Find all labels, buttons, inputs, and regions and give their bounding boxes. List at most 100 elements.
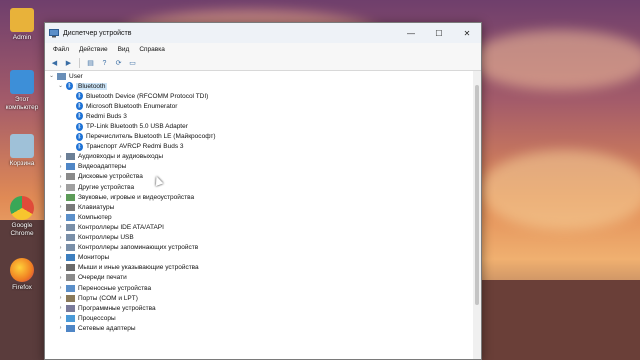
expand-icon[interactable]: › [57, 255, 64, 261]
expand-icon[interactable]: › [57, 204, 64, 210]
close-button[interactable]: ✕ [453, 23, 481, 43]
tree-item-category[interactable]: › Аудиовходы и аудиовыходы [45, 152, 481, 162]
expand-icon[interactable]: › [57, 275, 64, 281]
tree-item-label: Другие устройства [78, 183, 135, 191]
expand-icon[interactable]: › [57, 174, 64, 180]
tree-item-category[interactable]: › Контроллеры IDE ATA/ATAPI [45, 222, 481, 232]
tree-item-label: Программные устройства [78, 304, 156, 312]
tree-item-category[interactable]: › Другие устройства [45, 182, 481, 192]
toolbar-separator [79, 58, 80, 68]
tree-item-label: Компьютер [78, 213, 112, 221]
tree-item-label: Microsoft Bluetooth Enumerator [86, 102, 178, 110]
tree-item-label: Bluetooth Device (RFCOMM Protocol TDI) [86, 92, 209, 100]
desktop-icon-recycle-bin[interactable]: Корзина [4, 134, 40, 168]
device-manager-window: Диспетчер устройств — ☐ ✕ Файл Действие … [44, 22, 482, 360]
scan-icon[interactable]: ⟳ [113, 58, 124, 69]
desktop-icon-label: Корзина [9, 160, 35, 167]
tree-item-category[interactable]: › Контроллеры запоминающих устройств [45, 243, 481, 253]
menu-file[interactable]: Файл [48, 46, 74, 53]
tree-item-bluetooth-device[interactable]: ᛒ Перечислитель Bluetooth LE (Майкрософт) [45, 132, 481, 142]
tree-item-bluetooth-device[interactable]: ᛒ TP-Link Bluetooth 5.0 USB Adapter [45, 121, 481, 131]
tree-item-category[interactable]: › Компьютер [45, 212, 481, 222]
tree-item-category[interactable]: › Порты (COM и LPT) [45, 293, 481, 303]
bluetooth-icon: ᛒ [76, 132, 83, 141]
expand-icon[interactable]: › [57, 305, 64, 311]
menu-help[interactable]: Справка [134, 46, 170, 53]
recycle-bin-icon [10, 134, 34, 158]
tree-item-category[interactable]: › Видеоадаптеры [45, 162, 481, 172]
tree-item-category[interactable]: › Контроллеры USB [45, 233, 481, 243]
desktop-icon-firefox[interactable]: Firefox [4, 258, 40, 292]
tree-item-label: Контроллеры IDE ATA/ATAPI [78, 223, 164, 231]
bluetooth-icon: ᛒ [76, 92, 83, 101]
expand-icon[interactable]: › [57, 265, 64, 271]
menu-action[interactable]: Действие [74, 46, 113, 53]
collapse-icon: ⌄ [49, 73, 54, 80]
tree-item-label: Аудиовходы и аудиовыходы [78, 153, 163, 161]
expand-icon[interactable]: › [57, 154, 64, 160]
tree-item-category[interactable]: › Мыши и иные указывающие устройства [45, 263, 481, 273]
title-bar[interactable]: Диспетчер устройств — ☐ ✕ [45, 23, 481, 43]
tree-item-category[interactable]: › Процессоры [45, 313, 481, 323]
device-category-icon [66, 223, 75, 231]
device-category-icon [66, 284, 75, 292]
expand-icon[interactable]: › [57, 295, 64, 301]
device-category-icon [66, 324, 75, 332]
tree-item-label: Переносные устройства [78, 284, 152, 292]
bluetooth-icon: ᛒ [76, 112, 83, 121]
menu-view[interactable]: Вид [113, 46, 135, 53]
device-tree: ⌄ User ⌄ ᛒ Bluetooth ᛒ Bluetooth Device (… [45, 71, 481, 359]
monitor-icon[interactable]: ▭ [127, 58, 138, 69]
desktop-icon-label: Google Chrome [10, 222, 34, 237]
properties-icon[interactable]: ▤ [85, 58, 96, 69]
expand-icon[interactable]: › [57, 194, 64, 200]
tree-item-category[interactable]: › Дисковые устройства [45, 172, 481, 182]
desktop-icon-chrome[interactable]: Google Chrome [4, 196, 40, 238]
maximize-button[interactable]: ☐ [425, 23, 453, 43]
tree-item-bluetooth-device[interactable]: ᛒ Транспорт AVRCP Redmi Buds 3 [45, 142, 481, 152]
expand-icon[interactable]: › [57, 285, 64, 291]
tree-item-bluetooth-device[interactable]: ᛒ Microsoft Bluetooth Enumerator [45, 101, 481, 111]
device-category-icon [66, 254, 75, 262]
device-category-icon [66, 163, 75, 171]
expand-icon[interactable]: › [57, 184, 64, 190]
tree-item-label: Контроллеры запоминающих устройств [78, 244, 199, 252]
tree-item-category[interactable]: › Звуковые, игровые и видеоустройства [45, 192, 481, 202]
forward-icon[interactable]: ▶ [63, 58, 74, 69]
vertical-scrollbar[interactable] [473, 71, 481, 359]
tree-item-bluetooth-device[interactable]: ᛒ Redmi Buds 3 [45, 111, 481, 121]
tree-item-label: Мониторы [78, 254, 110, 262]
expand-icon[interactable]: › [57, 235, 64, 241]
desktop-icon-this-pc[interactable]: Этот компьютер [4, 70, 40, 112]
device-category-icon [66, 294, 75, 302]
back-icon[interactable]: ◀ [49, 58, 60, 69]
tree-item-label: Контроллеры USB [78, 234, 134, 242]
firefox-icon [10, 258, 34, 282]
tree-item-bluetooth[interactable]: ⌄ ᛒ Bluetooth [45, 81, 481, 91]
device-category-icon [66, 193, 75, 201]
expand-icon[interactable]: › [57, 164, 64, 170]
desktop-icon-label: Firefox [12, 284, 32, 291]
tree-item-category[interactable]: › Клавиатуры [45, 202, 481, 212]
tree-item-category[interactable]: › Сетевые адаптеры [45, 323, 481, 333]
expand-icon[interactable]: › [57, 315, 64, 321]
tree-item-category[interactable]: › Переносные устройства [45, 283, 481, 293]
expand-icon[interactable]: › [57, 224, 64, 230]
minimize-button[interactable]: — [397, 23, 425, 43]
device-category-icon [66, 183, 75, 191]
expand-icon[interactable]: › [57, 325, 64, 331]
chrome-icon [10, 196, 34, 220]
scrollbar-thumb[interactable] [475, 85, 479, 305]
tree-item-category[interactable]: › Очереди печати [45, 273, 481, 283]
tree-item-category[interactable]: › Мониторы [45, 253, 481, 263]
tree-root-label: User [69, 72, 83, 80]
expand-icon[interactable]: › [57, 245, 64, 251]
tree-item-bluetooth-device[interactable]: ᛒ Bluetooth Device (RFCOMM Protocol TDI) [45, 91, 481, 101]
device-category-icon [66, 153, 75, 161]
computer-icon [10, 70, 34, 94]
tree-item-category[interactable]: › Программные устройства [45, 303, 481, 313]
desktop-icon-admin[interactable]: Admin [4, 8, 40, 42]
help-icon[interactable]: ? [99, 58, 110, 69]
expand-icon[interactable]: › [57, 214, 64, 220]
tree-root[interactable]: ⌄ User [45, 71, 481, 81]
